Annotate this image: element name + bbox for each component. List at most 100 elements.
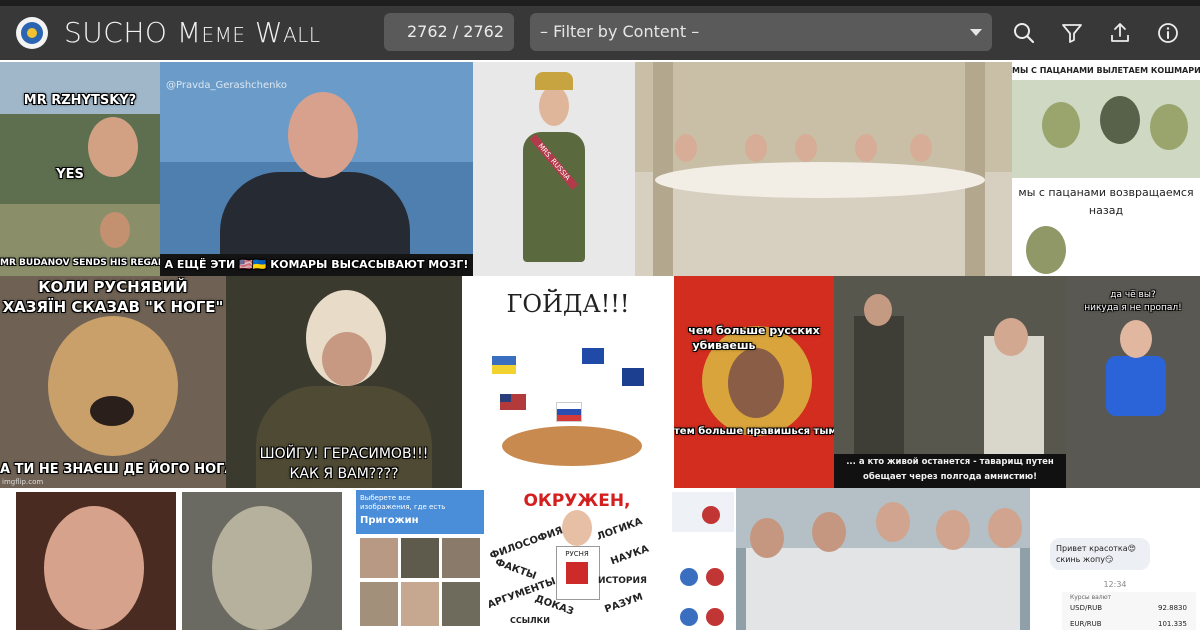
info-button[interactable] (1151, 16, 1185, 50)
meme-countryball (706, 608, 724, 626)
meme-face (994, 318, 1028, 356)
meme-tile-2[interactable]: @Pravda_Gerashchenko А ЕЩЁ ЭТИ 🇺🇸🇺🇦 КОМА… (160, 62, 473, 276)
meme-countryball (702, 506, 720, 524)
rate-value: 92.8830 (1158, 604, 1187, 612)
upload-button[interactable] (1103, 16, 1137, 50)
meme-word: ЛОГИКА (595, 516, 644, 543)
meme-face (936, 510, 970, 550)
meme-face (288, 92, 358, 178)
rate-label: USD/RUB (1070, 604, 1103, 612)
meme-figure (854, 316, 904, 456)
meme-caption: изображения, где есть (360, 503, 446, 511)
meme-figure (502, 426, 642, 466)
captcha-cell (442, 538, 480, 578)
meme-face (322, 332, 372, 386)
meme-word: НАУКА (609, 543, 651, 568)
meme-word: ФИЛОСОФИЯ (488, 525, 565, 562)
captcha-cell (442, 582, 480, 626)
meme-flag-nato (622, 368, 644, 386)
meme-word: ФАКТЫ (493, 556, 538, 583)
content-filter-select[interactable]: – Filter by Content – (530, 13, 992, 51)
meme-caption: YES (56, 167, 84, 182)
meme-caption: РУСНЯ (565, 550, 589, 558)
meme-caption: обещает через полгода амнистию! (862, 472, 1038, 482)
meme-face (864, 294, 892, 326)
meme-flag-ukraine (492, 356, 516, 374)
app-title: SUCHO Meme Wall (64, 16, 321, 49)
rates-title: Курсы валют (1070, 594, 1112, 601)
meme-pillar (965, 62, 985, 276)
meme-face (1042, 102, 1080, 148)
meme-face (812, 512, 846, 552)
logo-globe (21, 22, 43, 44)
meme-face (212, 506, 312, 630)
meme-caption: ХАЗЯЇН СКАЗАВ "К НОГЕ" (2, 298, 224, 316)
search-button[interactable] (1007, 16, 1041, 50)
meme-face (562, 510, 592, 546)
meme-tile-14[interactable]: ОКРУЖЕН, РУСНЯ ЛОГИКА ФИЛОСОФИЯ ФАКТЫ НА… (484, 488, 670, 630)
meme-caption: никуда я не пропал! (1084, 303, 1182, 313)
meme-countryball (680, 608, 698, 626)
meme-caption: МЫ С ПАЦАНАМИ ВЫЛЕТАЕМ КОШМАРИТЬ УКРОВ (1012, 66, 1200, 75)
meme-caption: А ТИ НЕ ЗНАЄШ ДЕ ЙОГО НОГА (0, 462, 226, 477)
rate-label: EUR/RUB (1070, 620, 1102, 628)
sucho-logo[interactable] (16, 17, 48, 49)
meme-flag-usa (500, 394, 526, 410)
meme-figure (523, 132, 585, 262)
meme-tile-8[interactable]: ГОЙДА!!! (462, 276, 674, 488)
meme-caption: ШОЙГУ! ГЕРАСИМОВ!!! (259, 446, 429, 462)
meme-face (1150, 104, 1188, 150)
meme-caption: ОКРУЖЕН, (523, 491, 631, 511)
meme-caption: MR RZHYTSKY? (23, 93, 137, 108)
upload-icon (1111, 23, 1129, 42)
meme-face (910, 134, 932, 162)
meme-tile-6[interactable]: КОЛИ РУСНЯВИЙ ХАЗЯЇН СКАЗАВ "К НОГЕ" А Т… (0, 276, 226, 488)
meme-tile-12[interactable] (0, 488, 356, 630)
chat-time: 12:34 (1103, 580, 1127, 589)
meme-caption: мы с пацанами возвращаемся (1018, 186, 1194, 199)
meme-tile-15[interactable] (670, 488, 736, 630)
meme-crown (535, 72, 573, 90)
meme-caption: Выберете все (360, 494, 411, 502)
captcha-cell (360, 538, 398, 578)
meme-tile-3[interactable]: MRS. RUSSIA (473, 62, 635, 276)
meme-face (90, 396, 134, 426)
meme-tile-7[interactable]: ШОЙГУ! ГЕРАСИМОВ!!! КАК Я ВАМ???? (226, 276, 462, 488)
counter-text: 2762 / 2762 (407, 22, 504, 41)
meme-figure (746, 548, 1020, 630)
meme-tile-9[interactable]: чем больше русских убиваешь тем больше н… (674, 276, 834, 488)
meme-caption: тем больше нравишься тым (674, 426, 834, 437)
meme-emblem (566, 562, 588, 584)
meme-pillar (653, 62, 673, 276)
meme-grid: MR RZHYTSKY? YES MR BUDANOV SENDS HIS RE… (0, 62, 1200, 630)
meme-tile-1[interactable]: MR RZHYTSKY? YES MR BUDANOV SENDS HIS RE… (0, 62, 160, 276)
meme-face (44, 506, 144, 630)
meme-tile-5[interactable]: МЫ С ПАЦАНАМИ ВЫЛЕТАЕМ КОШМАРИТЬ УКРОВ м… (1012, 62, 1200, 276)
meme-tile-17[interactable]: Привет красотка😍 скинь жопу😏 12:34 Курсы… (1030, 488, 1200, 630)
meme-caption: да чё вы? (1110, 290, 1156, 300)
meme-table (655, 162, 985, 198)
meme-tile-13[interactable]: Выберете все изображения, где есть Приго… (356, 488, 484, 630)
meme-caption: КОЛИ РУСНЯВИЙ (38, 278, 188, 296)
filter-button[interactable] (1055, 16, 1089, 50)
meme-caption: КАК Я ВАМ???? (289, 466, 399, 482)
meme-tile-10[interactable]: ... а кто живой останется - таварищ путе… (834, 276, 1066, 488)
meme-tile-11[interactable]: да чё вы? никуда я не пропал! (1066, 276, 1200, 488)
meme-face (876, 502, 910, 542)
search-icon (1014, 23, 1035, 44)
meme-caption: назад (1088, 204, 1124, 217)
meme-face (100, 212, 130, 248)
filter-placeholder: – Filter by Content – (540, 22, 700, 41)
meme-face (675, 134, 697, 162)
meme-figure (1106, 356, 1166, 416)
meme-face (855, 134, 877, 162)
meme-face (1100, 96, 1140, 144)
meme-counter: 2762 / 2762 (384, 13, 514, 51)
meme-caption: ... а кто живой останется - таварищ путе… (846, 457, 1054, 467)
chevron-down-icon (970, 29, 982, 36)
meme-tile-16[interactable] (736, 488, 1030, 630)
captcha-cell (360, 582, 398, 626)
meme-tile-4[interactable] (635, 62, 1012, 276)
meme-face (48, 316, 178, 456)
meme-word: ССЫЛКИ (510, 616, 550, 625)
